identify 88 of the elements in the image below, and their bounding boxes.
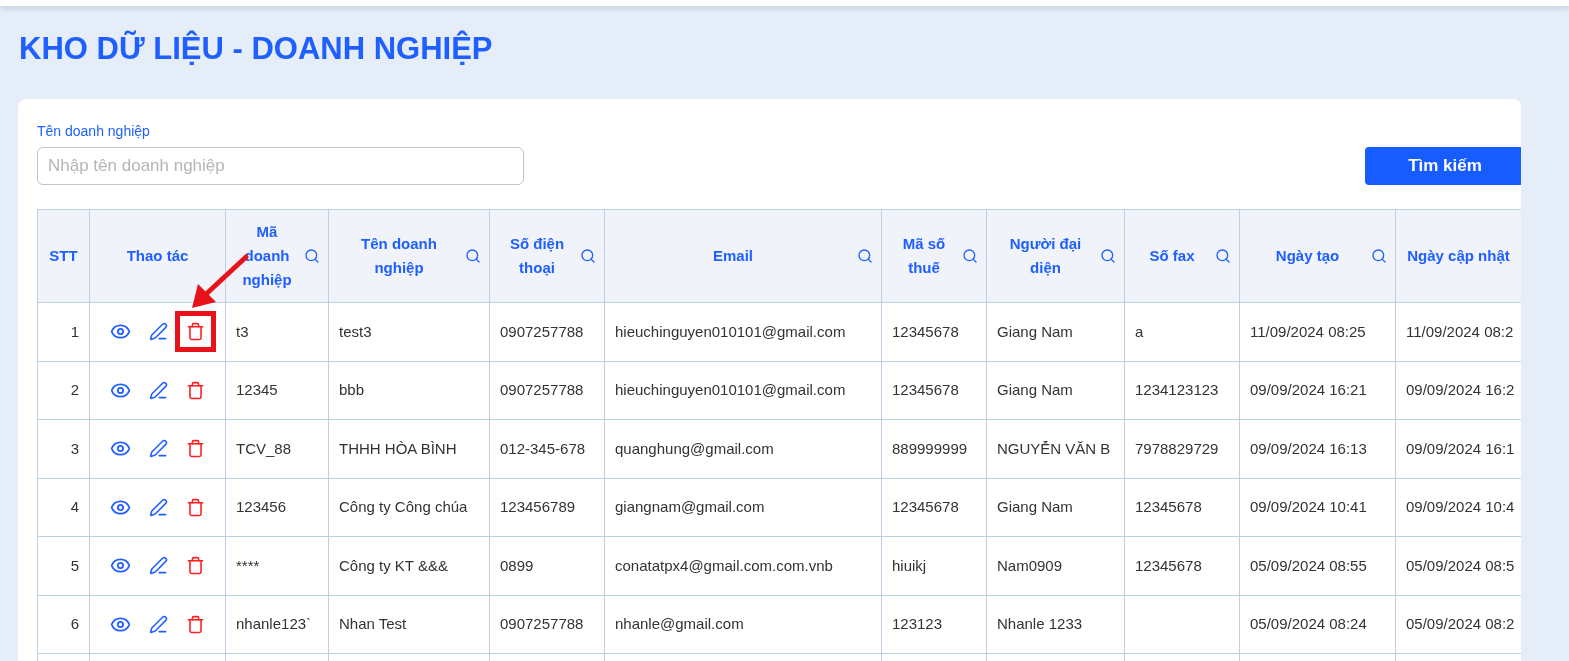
table-cell: 0907257788 (489, 361, 605, 420)
header-label: Email (712, 246, 754, 266)
table-cell: Nhanle 1233 (986, 595, 1125, 654)
search-icon[interactable] (962, 248, 978, 264)
header-label: Số fax (1148, 246, 1196, 266)
row-number: 1 (37, 302, 90, 361)
field-label: Tên doanh nghiệp (37, 122, 151, 141)
table-cell: Nhan Test (328, 595, 490, 654)
delete-icon[interactable] (186, 497, 205, 517)
table-cell: Giang Nam (986, 361, 1125, 420)
table-cell: 012-345-678 (489, 419, 605, 478)
table-cell: 09/09/2024 10:41 (1239, 478, 1396, 537)
header-label: STT (48, 246, 79, 266)
header-label: Người đại diện (1008, 234, 1083, 278)
header-label: Mã doanh nghiệp (241, 222, 293, 290)
table-cell: 09/09/2024 16:21 (1239, 361, 1396, 420)
table-cell: hiuikj (881, 536, 987, 595)
table-cell: TCV_88 (225, 419, 329, 478)
search-button[interactable]: Tìm kiếm (1365, 147, 1521, 185)
table-cell: 12345678 (881, 302, 987, 361)
table-cell: **** (225, 536, 329, 595)
table-cell: 0907257788 (489, 595, 605, 654)
table-cell: Công ty Công chúa (328, 478, 490, 537)
search-icon[interactable] (304, 248, 320, 264)
delete-icon[interactable] (186, 380, 205, 400)
table-cell: 12345678 (881, 478, 987, 537)
table-cell: 11/09/2024 08:25 (1239, 302, 1396, 361)
table-cell: hieuchinguyen010101@gmail.com (604, 302, 882, 361)
row-number: 2 (37, 361, 90, 420)
delete-icon[interactable] (186, 614, 205, 634)
table-cell: 12345 (225, 361, 329, 420)
table-cell: test3 (328, 302, 490, 361)
table-cell: quanghung@gmail.com (604, 419, 882, 478)
delete-icon[interactable] (186, 322, 205, 342)
edit-icon[interactable] (149, 380, 168, 400)
header-label: Thao tác (125, 246, 190, 266)
table-cell: Giang Nam (986, 302, 1125, 361)
table-cell: 12345678 (1124, 478, 1240, 537)
table-cell: NGUYỄN VĂN B (986, 419, 1125, 478)
header-label: Ngày cập nhật (1406, 246, 1511, 266)
table-cell: 123456789 (489, 478, 605, 537)
search-icon[interactable] (1371, 248, 1387, 264)
delete-icon[interactable] (186, 439, 205, 459)
table-cell: 1234123123 (1124, 361, 1240, 420)
row-number: 4 (37, 478, 90, 537)
table-cell: conatatpx4@gmail.com.com.vnb (604, 536, 882, 595)
table-cell: hieuchinguyen010101@gmail.com (604, 361, 882, 420)
table-cell: 05/09/2024 08:55 (1239, 536, 1396, 595)
edit-icon[interactable] (149, 556, 168, 576)
table-cell: 123456 (225, 478, 329, 537)
table-cell: bbb (328, 361, 490, 420)
table-cell: 09/09/2024 16:13 (1239, 419, 1396, 478)
table-cell: Giang Nam (986, 478, 1125, 537)
table-cell: nhanle@gmail.com (604, 595, 882, 654)
table-cell: 0899 (489, 536, 605, 595)
search-icon[interactable] (857, 248, 873, 264)
search-icon[interactable] (580, 248, 596, 264)
header-label: Mã số thuế (901, 234, 947, 278)
table-cell: giangnam@gmail.com (604, 478, 882, 537)
table-cell: THHH HÒA BÌNH (328, 419, 490, 478)
header-label: Số điện thoại (508, 234, 566, 278)
table-cell: 7978829729 (1124, 419, 1240, 478)
edit-icon[interactable] (149, 322, 168, 342)
table-cell: 889999999 (881, 419, 987, 478)
search-icon[interactable] (1215, 248, 1231, 264)
row-number: 5 (37, 536, 90, 595)
table-cell: 12345678 (881, 361, 987, 420)
row-number: 3 (37, 419, 90, 478)
table-cell: Nam0909 (986, 536, 1125, 595)
header-label: Ngày tạo (1274, 246, 1341, 266)
company-name-field[interactable]: Nhập tên doanh nghiệp (37, 147, 524, 185)
edit-icon[interactable] (149, 614, 168, 634)
header-label: Tên doanh nghiệp (360, 234, 438, 278)
delete-icon[interactable] (186, 556, 205, 576)
table-cell: 0907257788 (489, 302, 605, 361)
row-number: 6 (37, 595, 90, 654)
table-cell: nhanle123` (225, 595, 329, 654)
table-cell: a (1124, 302, 1240, 361)
edit-icon[interactable] (149, 439, 168, 459)
table-cell: 123123 (881, 595, 987, 654)
table-cell: t3 (225, 302, 329, 361)
search-icon[interactable] (1100, 248, 1116, 264)
table-cell: 05/09/2024 08:24 (1239, 595, 1396, 654)
edit-icon[interactable] (149, 497, 168, 517)
table-cell: Công ty KT &&& (328, 536, 490, 595)
table-cell: 12345678 (1124, 536, 1240, 595)
page-title: KHO DỮ LIỆU - DOANH NGHIỆP (18, 29, 494, 68)
search-icon[interactable] (465, 248, 481, 264)
